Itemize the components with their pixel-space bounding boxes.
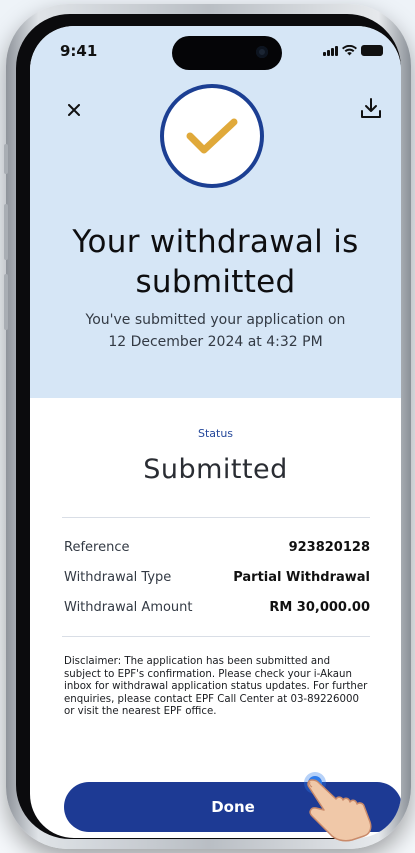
download-icon [361, 98, 381, 118]
mute-switch [4, 144, 8, 174]
screen: 9:41 Your withdrawal is submitted You've… [30, 26, 401, 838]
subtitle-line-1: You've submitted your application on [85, 312, 346, 328]
phone-frame: 9:41 Your withdrawal is submitted You've… [4, 4, 411, 849]
battery-icon [361, 45, 383, 56]
success-badge [160, 84, 264, 188]
submission-subtitle: You've submitted your application on 12 … [50, 309, 381, 353]
signal-icon [323, 46, 338, 56]
status-label: Status [197, 427, 234, 440]
detail-value: RM 30,000.00 [269, 600, 370, 615]
title-line-1: Your withdrawal is [72, 224, 359, 260]
volume-down-button [4, 274, 8, 330]
detail-value: 923820128 [288, 540, 370, 555]
phone-bezel: 9:41 Your withdrawal is submitted You've… [16, 14, 401, 839]
dynamic-island [172, 36, 282, 70]
status-icons [323, 44, 383, 56]
page-title: Your withdrawal is submitted [30, 222, 401, 302]
subtitle-line-2: 12 December 2024 at 4:32 PM [108, 334, 323, 350]
detail-label: Reference [64, 540, 130, 555]
disclaimer-text: Disclaimer: The application has been sub… [64, 656, 368, 718]
hero-section: 9:41 Your withdrawal is submitted You've… [30, 26, 401, 398]
detail-row-withdrawal-type: Withdrawal Type Partial Withdrawal [64, 570, 370, 590]
detail-row-reference: Reference 923820128 [64, 540, 370, 560]
status-time: 9:41 [60, 42, 98, 60]
detail-row-withdrawal-amount: Withdrawal Amount RM 30,000.00 [64, 600, 370, 620]
pointing-hand-icon [307, 779, 372, 842]
divider [62, 636, 370, 637]
close-button[interactable] [68, 100, 80, 121]
status-value: Submitted [143, 454, 288, 485]
title-line-2: submitted [135, 264, 296, 300]
wifi-icon [342, 45, 357, 56]
volume-up-button [4, 204, 8, 260]
detail-label: Withdrawal Amount [64, 600, 193, 615]
close-icon [68, 104, 80, 116]
checkmark-icon [186, 118, 238, 154]
front-camera [256, 46, 268, 58]
status-bar: 9:41 [30, 26, 401, 70]
download-button[interactable] [359, 96, 383, 122]
divider [62, 517, 370, 518]
detail-label: Withdrawal Type [64, 570, 172, 585]
detail-value: Partial Withdrawal [233, 570, 370, 585]
